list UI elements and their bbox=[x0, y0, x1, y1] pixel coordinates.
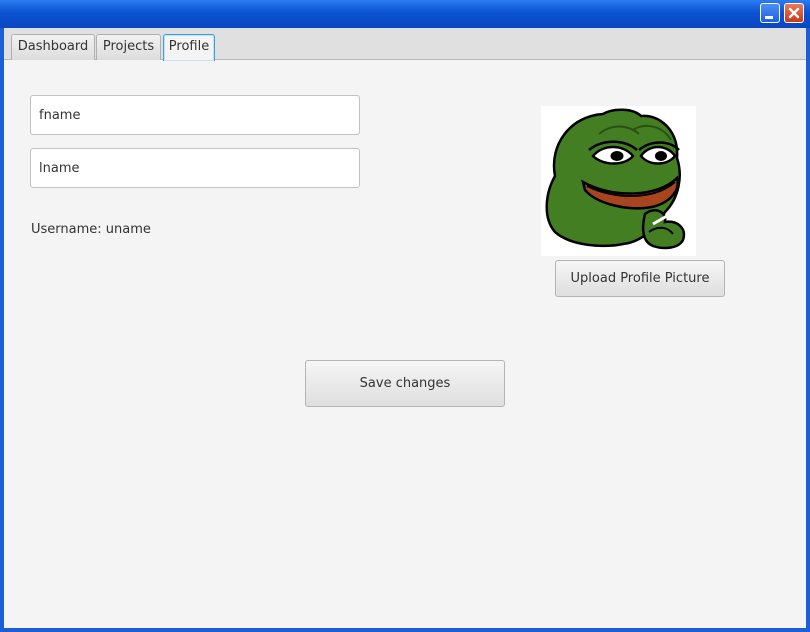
upload-profile-picture-button[interactable]: Upload Profile Picture bbox=[555, 260, 725, 297]
tab-bar: Dashboard Projects Profile bbox=[4, 28, 806, 61]
username-row: Username: uname bbox=[31, 222, 151, 237]
title-bar[interactable] bbox=[0, 0, 810, 28]
tab-profile[interactable]: Profile bbox=[163, 34, 215, 61]
close-button[interactable] bbox=[784, 3, 804, 23]
tab-projects[interactable]: Projects bbox=[96, 34, 161, 60]
username-label: Username: bbox=[31, 222, 102, 237]
tab-dashboard[interactable]: Dashboard bbox=[11, 34, 95, 60]
first-name-input[interactable] bbox=[30, 95, 360, 135]
frog-avatar-image bbox=[545, 108, 686, 250]
profile-picture bbox=[541, 106, 696, 256]
close-icon bbox=[788, 7, 800, 19]
main-panel: Dashboard Projects Profile Username: una… bbox=[4, 28, 806, 628]
app-window: Dashboard Projects Profile Username: una… bbox=[0, 0, 810, 632]
minimize-button[interactable] bbox=[760, 3, 780, 23]
last-name-input[interactable] bbox=[30, 148, 360, 188]
username-value: uname bbox=[105, 222, 151, 237]
minimize-icon bbox=[765, 16, 773, 19]
save-changes-button[interactable]: Save changes bbox=[305, 360, 505, 407]
